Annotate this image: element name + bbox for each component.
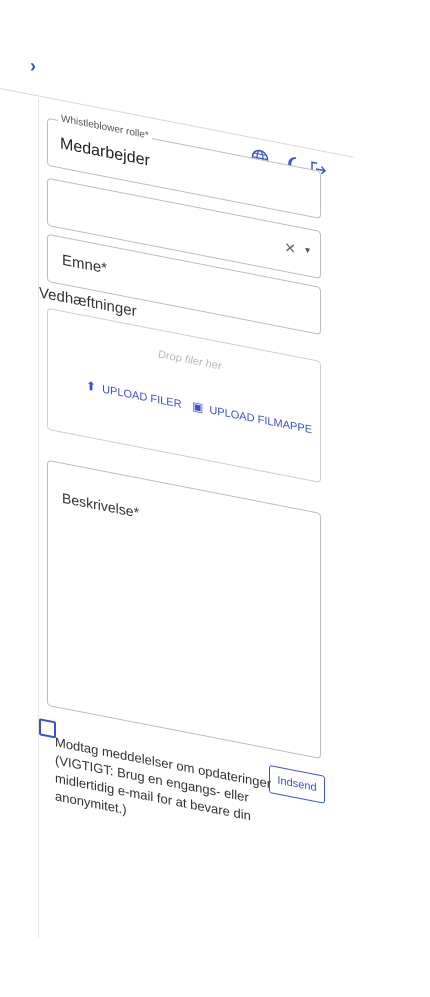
attachments-dropzone[interactable]: Drop filer her ⬆ UPLOAD FILER ▣ UPLOAD FIL… (47, 307, 321, 484)
report-form-panel: Whistleblower rolle* Medarbejder ✕ ▾ Emn… (38, 98, 339, 997)
whistleblower-role-value: Medarbejder (60, 135, 150, 170)
top-bar: › (0, 0, 430, 90)
submit-button[interactable]: Indsend (269, 764, 325, 804)
consent-checkbox[interactable] (39, 718, 56, 739)
drop-hint: Drop filer her (158, 348, 222, 373)
upload-files-button[interactable]: ⬆ UPLOAD FILER (86, 378, 182, 411)
upload-files-label: UPLOAD FILER (102, 383, 182, 411)
chevron-down-icon[interactable]: ▾ (305, 245, 310, 257)
upload-folder-button[interactable]: ▣ UPLOAD FILMAPPE (192, 399, 312, 436)
description-label: Beskrivelse* (62, 489, 140, 521)
close-icon[interactable]: ✕ (284, 239, 296, 258)
description-field[interactable]: Beskrivelse* (47, 459, 321, 760)
folder-upload-icon: ▣ (192, 398, 204, 416)
upload-folder-label: UPLOAD FILMAPPE (209, 404, 313, 437)
subject-label: Emne* (62, 251, 108, 278)
consent-text: Modtag meddelelser om opdateringer (VIGT… (55, 734, 272, 824)
upload-icon: ⬆ (86, 378, 97, 395)
chevron-right-icon[interactable]: › (30, 56, 50, 76)
